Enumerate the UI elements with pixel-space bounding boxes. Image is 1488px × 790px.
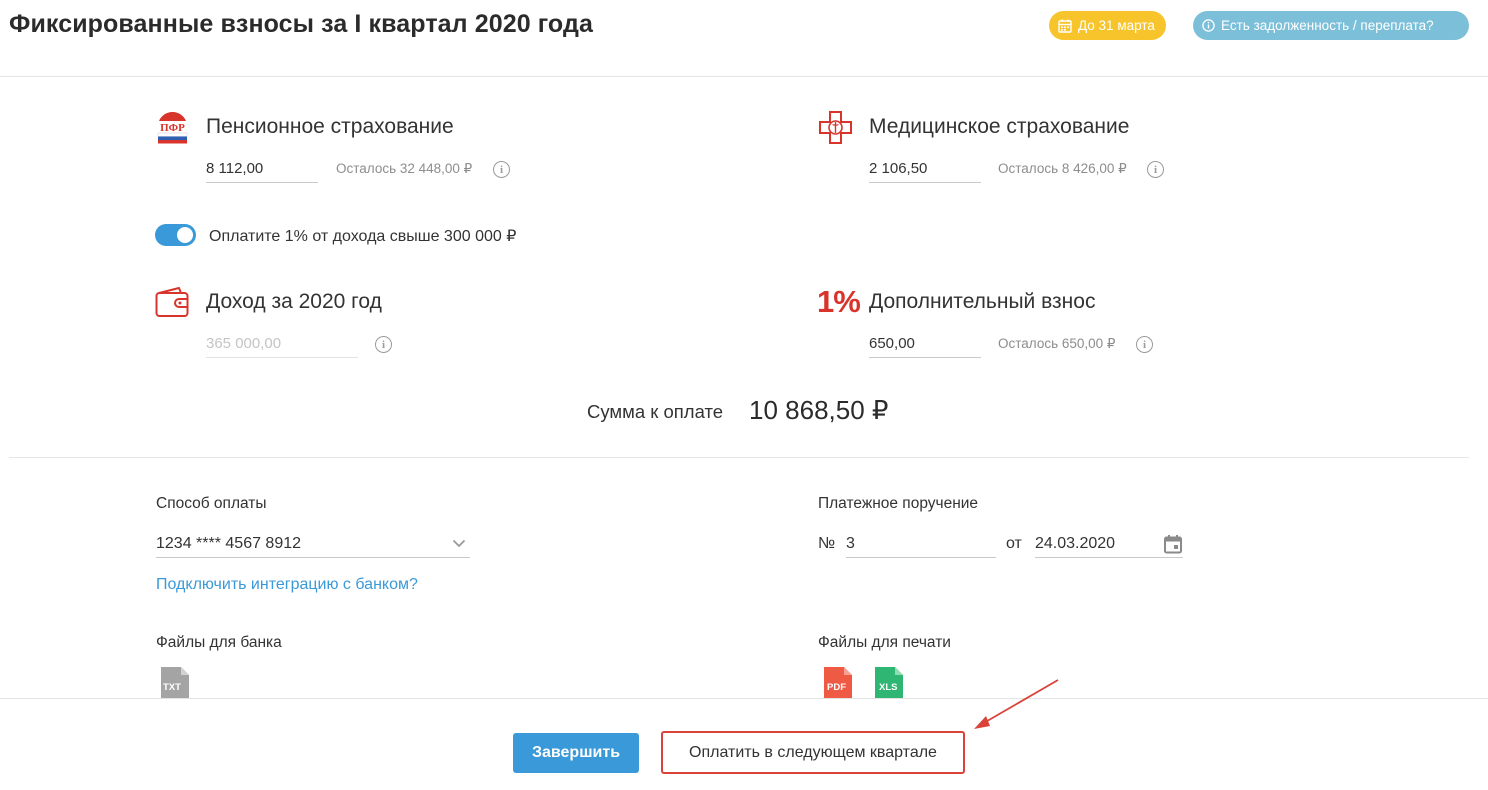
svg-text:ПФР: ПФР: [160, 122, 185, 134]
total-label: Сумма к оплате: [587, 401, 724, 422]
debt-overpayment-badge[interactable]: Есть задолженность / переплата?: [1193, 11, 1469, 40]
page-title: Фиксированные взносы за I квартал 2020 г…: [9, 10, 593, 38]
toggle-knob: [177, 227, 193, 243]
bank-files-label: Файлы для банка: [156, 634, 282, 651]
order-number-input[interactable]: 3: [846, 530, 996, 558]
additional-amount-input[interactable]: 650,00: [869, 330, 981, 358]
payment-method-select[interactable]: 1234 **** 4567 8912: [156, 530, 470, 558]
finish-button[interactable]: Завершить: [513, 733, 639, 773]
medical-info-icon[interactable]: i: [1147, 161, 1164, 178]
wallet-icon: [155, 286, 190, 323]
payment-method-label: Способ оплаты: [156, 495, 267, 512]
pdf-file-label: PDF: [827, 682, 846, 693]
section-divider: [9, 457, 1469, 458]
deadline-badge[interactable]: До 31 марта: [1049, 11, 1166, 40]
xls-file-label: XLS: [879, 682, 898, 693]
txt-file-icon[interactable]: TXT: [160, 666, 190, 699]
medical-amount-input[interactable]: 2 106,50: [869, 155, 981, 183]
one-percent-icon: 1%: [817, 284, 861, 319]
deadline-badge-label: До 31 марта: [1078, 18, 1155, 33]
total-value: 10 868,50 ₽: [749, 395, 889, 425]
footer-divider: [0, 698, 1488, 699]
debt-badge-label: Есть задолженность / переплата?: [1221, 18, 1434, 33]
medical-remaining-text: Осталось 8 426,00 ₽: [998, 161, 1127, 176]
payment-method-value: 1234 **** 4567 8912: [156, 534, 302, 552]
pension-remaining: Осталось 32 448,00 ₽: [336, 161, 472, 177]
additional-title: Дополнительный взнос: [869, 290, 1096, 313]
calendar-icon[interactable]: [1163, 534, 1183, 554]
header-divider: [0, 76, 1488, 77]
one-percent-toggle[interactable]: [155, 224, 196, 246]
one-percent-toggle-label: Оплатите 1% от дохода свыше 300 000 ₽: [209, 228, 517, 245]
bank-integration-link[interactable]: Подключить интеграцию с банком?: [156, 576, 418, 594]
pension-remaining-text: Осталось 32 448,00 ₽: [336, 161, 473, 176]
additional-remaining-text: Осталось 650,00 ₽: [998, 336, 1116, 351]
order-date-input[interactable]: 24.03.2020: [1035, 530, 1183, 558]
income-info-icon[interactable]: i: [375, 336, 392, 353]
income-input[interactable]: 365 000,00: [206, 330, 358, 358]
order-number-prefix: №: [818, 535, 836, 552]
order-date-value: 24.03.2020: [1035, 534, 1116, 552]
additional-remaining: Осталось 650,00 ₽: [998, 336, 1116, 352]
pension-title: Пенсионное страхование: [206, 115, 454, 138]
payment-order-label: Платежное поручение: [818, 495, 979, 512]
pfr-logo-icon: ПФР: [155, 110, 190, 150]
xls-file-icon[interactable]: XLS: [874, 666, 904, 699]
calendar-icon: [1058, 19, 1072, 33]
chevron-down-icon: [452, 539, 466, 548]
print-files-label: Файлы для печати: [818, 634, 951, 651]
pension-info-icon[interactable]: i: [493, 161, 510, 178]
income-title: Доход за 2020 год: [206, 290, 382, 313]
pension-amount-input[interactable]: 8 112,00: [206, 155, 318, 183]
pdf-file-icon[interactable]: PDF: [823, 666, 853, 699]
pay-next-quarter-button[interactable]: Оплатить в следующем квартале: [661, 731, 965, 774]
medical-remaining: Осталось 8 426,00 ₽: [998, 161, 1127, 177]
medical-cross-icon: [818, 110, 853, 150]
additional-info-icon[interactable]: i: [1136, 336, 1153, 353]
txt-file-label: TXT: [163, 682, 181, 693]
order-date-prefix: от: [1006, 535, 1022, 552]
medical-title: Медицинское страхование: [869, 115, 1130, 138]
info-icon: [1202, 19, 1215, 32]
annotation-arrow-icon: [974, 679, 1059, 729]
